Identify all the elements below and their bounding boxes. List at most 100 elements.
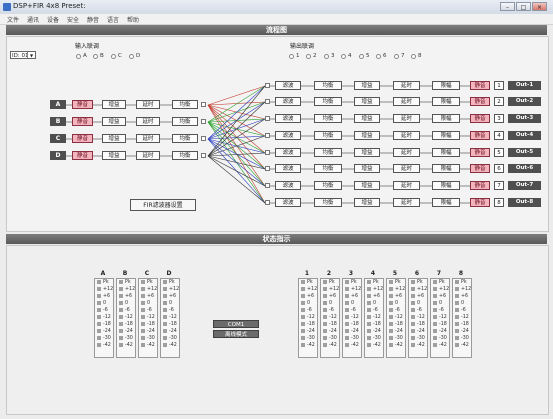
output-3-limit-button[interactable]: 限幅 xyxy=(432,114,460,123)
output-2-filter-button[interactable]: 滤波 xyxy=(275,97,301,106)
meter-level-row: -18 xyxy=(161,321,179,328)
output-7-delay-button[interactable]: 延时 xyxy=(393,181,420,190)
meter-head-5: 5 xyxy=(392,270,398,277)
output-2-route-port[interactable] xyxy=(265,99,270,104)
output-3-gain-button[interactable]: 增益 xyxy=(354,114,380,123)
output-4-delay-button[interactable]: 延时 xyxy=(393,131,420,140)
output-4-mute-button[interactable]: 静音 xyxy=(470,131,490,140)
output-5-route-port[interactable] xyxy=(265,150,270,155)
input-c-eq-button[interactable]: 均衡 xyxy=(172,134,198,143)
output-1-eq-button[interactable]: 均衡 xyxy=(314,81,342,90)
meter-led xyxy=(119,301,123,305)
output-6-route-port[interactable] xyxy=(265,166,270,171)
output-5-limit-button[interactable]: 限幅 xyxy=(432,148,460,157)
output-5-mute-button[interactable]: 静音 xyxy=(470,148,490,157)
meter-level-row: -6 xyxy=(453,307,471,314)
input-b-delay-button[interactable]: 延时 xyxy=(136,117,160,126)
meter-level-row: -42 xyxy=(343,342,361,349)
output-3-mute-button[interactable]: 静音 xyxy=(470,114,490,123)
output-7-mute-button[interactable]: 静音 xyxy=(470,181,490,190)
output-8-label: Out-8 xyxy=(508,198,541,207)
output-2-eq-button[interactable]: 均衡 xyxy=(314,97,342,106)
input-b-mute-button[interactable]: 静音 xyxy=(72,117,93,126)
output-3-filter-button[interactable]: 滤波 xyxy=(275,114,301,123)
output-5-delay-button[interactable]: 延时 xyxy=(393,148,420,157)
meter-level-row: -24 xyxy=(387,328,405,335)
output-1-mute-button[interactable]: 静音 xyxy=(470,81,490,90)
output-1-limit-button[interactable]: 限幅 xyxy=(432,81,460,90)
output-7-limit-button[interactable]: 限幅 xyxy=(432,181,460,190)
output-2-limit-button[interactable]: 限幅 xyxy=(432,97,460,106)
output-5-filter-button[interactable]: 滤波 xyxy=(275,148,301,157)
output-6-limit-button[interactable]: 限幅 xyxy=(432,164,460,173)
meter-head-3: 3 xyxy=(348,270,354,277)
meter-led xyxy=(119,280,123,284)
output-1-gain-button[interactable]: 增益 xyxy=(354,81,380,90)
input-a-eq-button[interactable]: 均衡 xyxy=(172,100,198,109)
output-8-eq-button[interactable]: 均衡 xyxy=(314,198,342,207)
output-3-route-port[interactable] xyxy=(265,116,270,121)
meter-level-row: Pk xyxy=(321,279,339,286)
input-c-gain-button[interactable]: 增益 xyxy=(102,134,126,143)
input-b-gain-button[interactable]: 增益 xyxy=(102,117,126,126)
output-4-limit-button[interactable]: 限幅 xyxy=(432,131,460,140)
output-8-delay-button[interactable]: 延时 xyxy=(393,198,420,207)
meter-led xyxy=(411,294,415,298)
output-4-filter-button[interactable]: 滤波 xyxy=(275,131,301,140)
meter-level-row: -42 xyxy=(161,342,179,349)
output-8-filter-button[interactable]: 滤波 xyxy=(275,198,301,207)
meter-level-label: -12 xyxy=(395,315,403,320)
output-7-eq-button[interactable]: 均衡 xyxy=(314,181,342,190)
input-c-mute-button[interactable]: 静音 xyxy=(72,134,93,143)
output-7-filter-button[interactable]: 滤波 xyxy=(275,181,301,190)
output-4-eq-button[interactable]: 均衡 xyxy=(314,131,342,140)
output-8-gain-button[interactable]: 增益 xyxy=(354,198,380,207)
input-a-mute-button[interactable]: 静音 xyxy=(72,100,93,109)
output-8-mute-button[interactable]: 静音 xyxy=(470,198,490,207)
meter-level-row: -24 xyxy=(117,328,135,335)
meter-led xyxy=(389,308,393,312)
com-port-indicator[interactable]: COM1 xyxy=(213,320,259,328)
output-6-mute-button[interactable]: 静音 xyxy=(470,164,490,173)
output-5-eq-button[interactable]: 均衡 xyxy=(314,148,342,157)
input-d-route-port[interactable] xyxy=(201,153,206,158)
output-2-gain-button[interactable]: 增益 xyxy=(354,97,380,106)
input-a-delay-button[interactable]: 延时 xyxy=(136,100,160,109)
input-c-delay-button[interactable]: 延时 xyxy=(136,134,160,143)
input-d-delay-button[interactable]: 延时 xyxy=(136,151,160,160)
meter-level-label: Pk xyxy=(147,280,153,285)
input-d-gain-button[interactable]: 增益 xyxy=(102,151,126,160)
input-c-route-port[interactable] xyxy=(201,136,206,141)
meter-level-row: 0 xyxy=(409,300,427,307)
output-6-delay-button[interactable]: 延时 xyxy=(393,164,420,173)
output-2-mute-button[interactable]: 静音 xyxy=(470,97,490,106)
output-3-delay-button[interactable]: 延时 xyxy=(393,114,420,123)
output-6-gain-button[interactable]: 增益 xyxy=(354,164,380,173)
output-3-eq-button[interactable]: 均衡 xyxy=(314,114,342,123)
output-5-gain-button[interactable]: 增益 xyxy=(354,148,380,157)
output-7-gain-button[interactable]: 增益 xyxy=(354,181,380,190)
output-4-route-port[interactable] xyxy=(265,133,270,138)
output-1-delay-button[interactable]: 延时 xyxy=(393,81,420,90)
output-2-delay-button[interactable]: 延时 xyxy=(393,97,420,106)
input-b-route-port[interactable] xyxy=(201,119,206,124)
output-6-filter-button[interactable]: 滤波 xyxy=(275,164,301,173)
output-1-route-port[interactable] xyxy=(265,83,270,88)
input-a-gain-button[interactable]: 增益 xyxy=(102,100,126,109)
input-a-route-port[interactable] xyxy=(201,102,206,107)
input-b-eq-button[interactable]: 均衡 xyxy=(172,117,198,126)
output-6-eq-button[interactable]: 均衡 xyxy=(314,164,342,173)
output-1-filter-button[interactable]: 滤波 xyxy=(275,81,301,90)
fir-settings-button[interactable]: FIR滤波器设置 xyxy=(130,199,196,211)
output-8-limit-button[interactable]: 限幅 xyxy=(432,198,460,207)
meter-level-row: -30 xyxy=(139,335,157,342)
output-7-route-port[interactable] xyxy=(265,183,270,188)
meter-level-label: 0 xyxy=(125,301,129,306)
meter-led xyxy=(433,322,437,326)
output-8-route-port[interactable] xyxy=(265,200,270,205)
connection-mode-indicator[interactable]: 离线模式 xyxy=(213,330,259,338)
input-d-eq-button[interactable]: 均衡 xyxy=(172,151,198,160)
output-4-gain-button[interactable]: 增益 xyxy=(354,131,380,140)
meter-level-row: Pk xyxy=(453,279,471,286)
input-d-mute-button[interactable]: 静音 xyxy=(72,151,93,160)
